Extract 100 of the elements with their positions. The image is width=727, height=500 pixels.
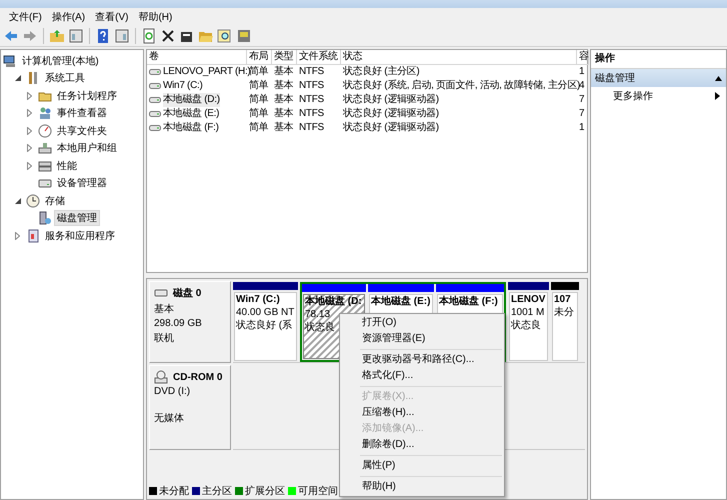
table-cell: NTFS (299, 107, 324, 121)
device-icon (38, 141, 52, 156)
partition-text: 本地磁盘 (F:) (439, 296, 499, 308)
tree-item[interactable]: 设备管理器 (54, 175, 110, 192)
table-cell[interactable]: 本地磁盘 (F:) (163, 121, 219, 135)
tree-item[interactable]: 服务和应用程序 (42, 228, 118, 244)
menu-item[interactable]: 操作(A) (46, 10, 90, 24)
partition-text: 状态良好 (系 (236, 320, 294, 332)
disk-name: CD-ROM 0 (173, 372, 222, 382)
computer-icon (3, 54, 17, 68)
tree-item[interactable]: 计算机管理(本地) (19, 52, 102, 69)
tree-item[interactable]: 共享文件夹 (54, 122, 110, 139)
partition-text: 本地磁盘 (E:) (371, 296, 431, 308)
partition-bar (302, 284, 366, 292)
table-cell: 基本 (274, 121, 294, 135)
search-icon[interactable] (217, 28, 233, 44)
column-header[interactable]: 状态 (341, 50, 577, 65)
refresh-icon[interactable] (141, 28, 157, 44)
tree-item[interactable]: 事件查看器 (54, 105, 110, 122)
tree-item[interactable]: 存储 (42, 192, 68, 209)
menu-item[interactable]: 文件(F) (4, 10, 47, 24)
drive-icon (149, 68, 161, 76)
submenu-arrow-icon (715, 92, 720, 100)
tree-item[interactable]: 性能 (54, 158, 80, 174)
legend-label: 未分配 (159, 484, 189, 498)
context-menu-item[interactable]: 压缩卷(H)... (340, 405, 504, 421)
table-cell: 简单 (249, 65, 268, 79)
delete-icon[interactable] (160, 28, 176, 44)
help-icon[interactable] (95, 28, 111, 44)
table-cell: NTFS (299, 121, 324, 135)
table-cell: 基本 (274, 65, 294, 79)
action-item[interactable]: 更多操作 (591, 87, 726, 105)
partition-text: 状态良 (511, 320, 542, 332)
menu-item[interactable]: 查看(V) (90, 10, 134, 24)
partition-bar (508, 282, 549, 290)
column-header[interactable]: 容 (577, 50, 589, 65)
table-cell: 1 (579, 121, 584, 135)
collapsed-triangle-icon[interactable] (15, 232, 20, 240)
services-icon (38, 211, 52, 226)
context-menu-item[interactable]: 格式化(F)... (340, 368, 504, 384)
table-cell: 7 (579, 107, 584, 121)
collapsed-triangle-icon[interactable] (27, 92, 32, 100)
folder-up-icon[interactable] (49, 28, 65, 44)
column-header[interactable]: 文件系统 (297, 50, 341, 65)
partition-block[interactable]: LENOV 1001 M 状态良 (509, 292, 548, 361)
table-cell: 简单 (249, 93, 268, 107)
column-header[interactable]: 卷 (147, 50, 247, 65)
table-cell: 简单 (249, 107, 268, 121)
partition-bar (551, 282, 579, 290)
panel-icon[interactable] (68, 28, 84, 44)
table-cell: NTFS (299, 65, 324, 79)
tree-item[interactable]: 本地用户和组 (54, 140, 120, 156)
table-cell[interactable]: 本地磁盘 (E:) (163, 107, 220, 121)
context-menu-item[interactable]: 属性(P) (340, 458, 504, 474)
forward-arrow-icon[interactable] (22, 28, 38, 44)
partition-text: Win7 (C:) (236, 294, 281, 306)
drive-icon (149, 110, 161, 118)
disk-info: 298.09 GB (154, 318, 203, 329)
disk-name: 磁盘 0 (173, 286, 202, 300)
menu-item[interactable]: 帮助(H) (133, 10, 178, 24)
expanded-triangle-icon[interactable] (15, 75, 21, 82)
column-header[interactable]: 布局 (247, 50, 272, 65)
column-header[interactable]: 类型 (272, 50, 297, 65)
table-cell: NTFS (299, 93, 324, 107)
drive-icon (149, 124, 161, 132)
collapsed-triangle-icon[interactable] (27, 144, 32, 152)
panel-icon[interactable] (114, 28, 130, 44)
table-cell: 状态良好 (逻辑驱动器) (343, 121, 439, 135)
table-cell: 简单 (249, 121, 268, 135)
partition-bar (436, 284, 504, 292)
back-arrow-icon[interactable] (3, 28, 19, 44)
table-cell: 1 (579, 65, 584, 79)
collapse-triangle-icon[interactable] (715, 76, 722, 80)
collapsed-triangle-icon[interactable] (27, 162, 32, 170)
tree-item[interactable]: 任务计划程序 (54, 88, 120, 104)
expanded-triangle-icon[interactable] (15, 198, 21, 204)
tree-item[interactable]: 系统工具 (42, 70, 88, 86)
collapsed-triangle-icon[interactable] (27, 126, 32, 135)
table-cell: 状态良好 (系统, 启动, 页面文件, 活动, 故障转储, 主分区) (343, 79, 580, 93)
partition-text: 1001 M (511, 307, 546, 319)
collapsed-triangle-icon[interactable] (27, 109, 32, 118)
actions-section[interactable]: 磁盘管理 (591, 69, 726, 87)
partition-block[interactable]: 107 未分 (552, 292, 578, 361)
table-cell: NTFS (299, 79, 324, 93)
drive-icon (149, 96, 161, 104)
disk-info: 联机 (154, 332, 175, 345)
partition-block[interactable]: Win7 (C:) 40.00 GB NT 状态良好 (系 (234, 292, 297, 361)
table-cell: 基本 (274, 79, 294, 93)
gauge-icon (38, 124, 52, 138)
clock-icon (26, 194, 40, 208)
partition-text: 78.13 (305, 309, 332, 321)
context-menu-item[interactable]: 删除卷(D)... (340, 437, 504, 453)
table-cell[interactable]: Win7 (C:) (163, 79, 203, 93)
table-cell[interactable]: LENOVO_PART (H:) (163, 65, 250, 79)
log-icon (26, 228, 40, 243)
context-menu-item[interactable]: 帮助(H) (340, 479, 504, 495)
table-cell[interactable]: 本地磁盘 (D:) (163, 93, 220, 107)
tree-item[interactable]: 磁盘管理 (54, 210, 100, 226)
disk-info: DVD (I:) (154, 386, 192, 397)
storage-icon (38, 158, 52, 173)
